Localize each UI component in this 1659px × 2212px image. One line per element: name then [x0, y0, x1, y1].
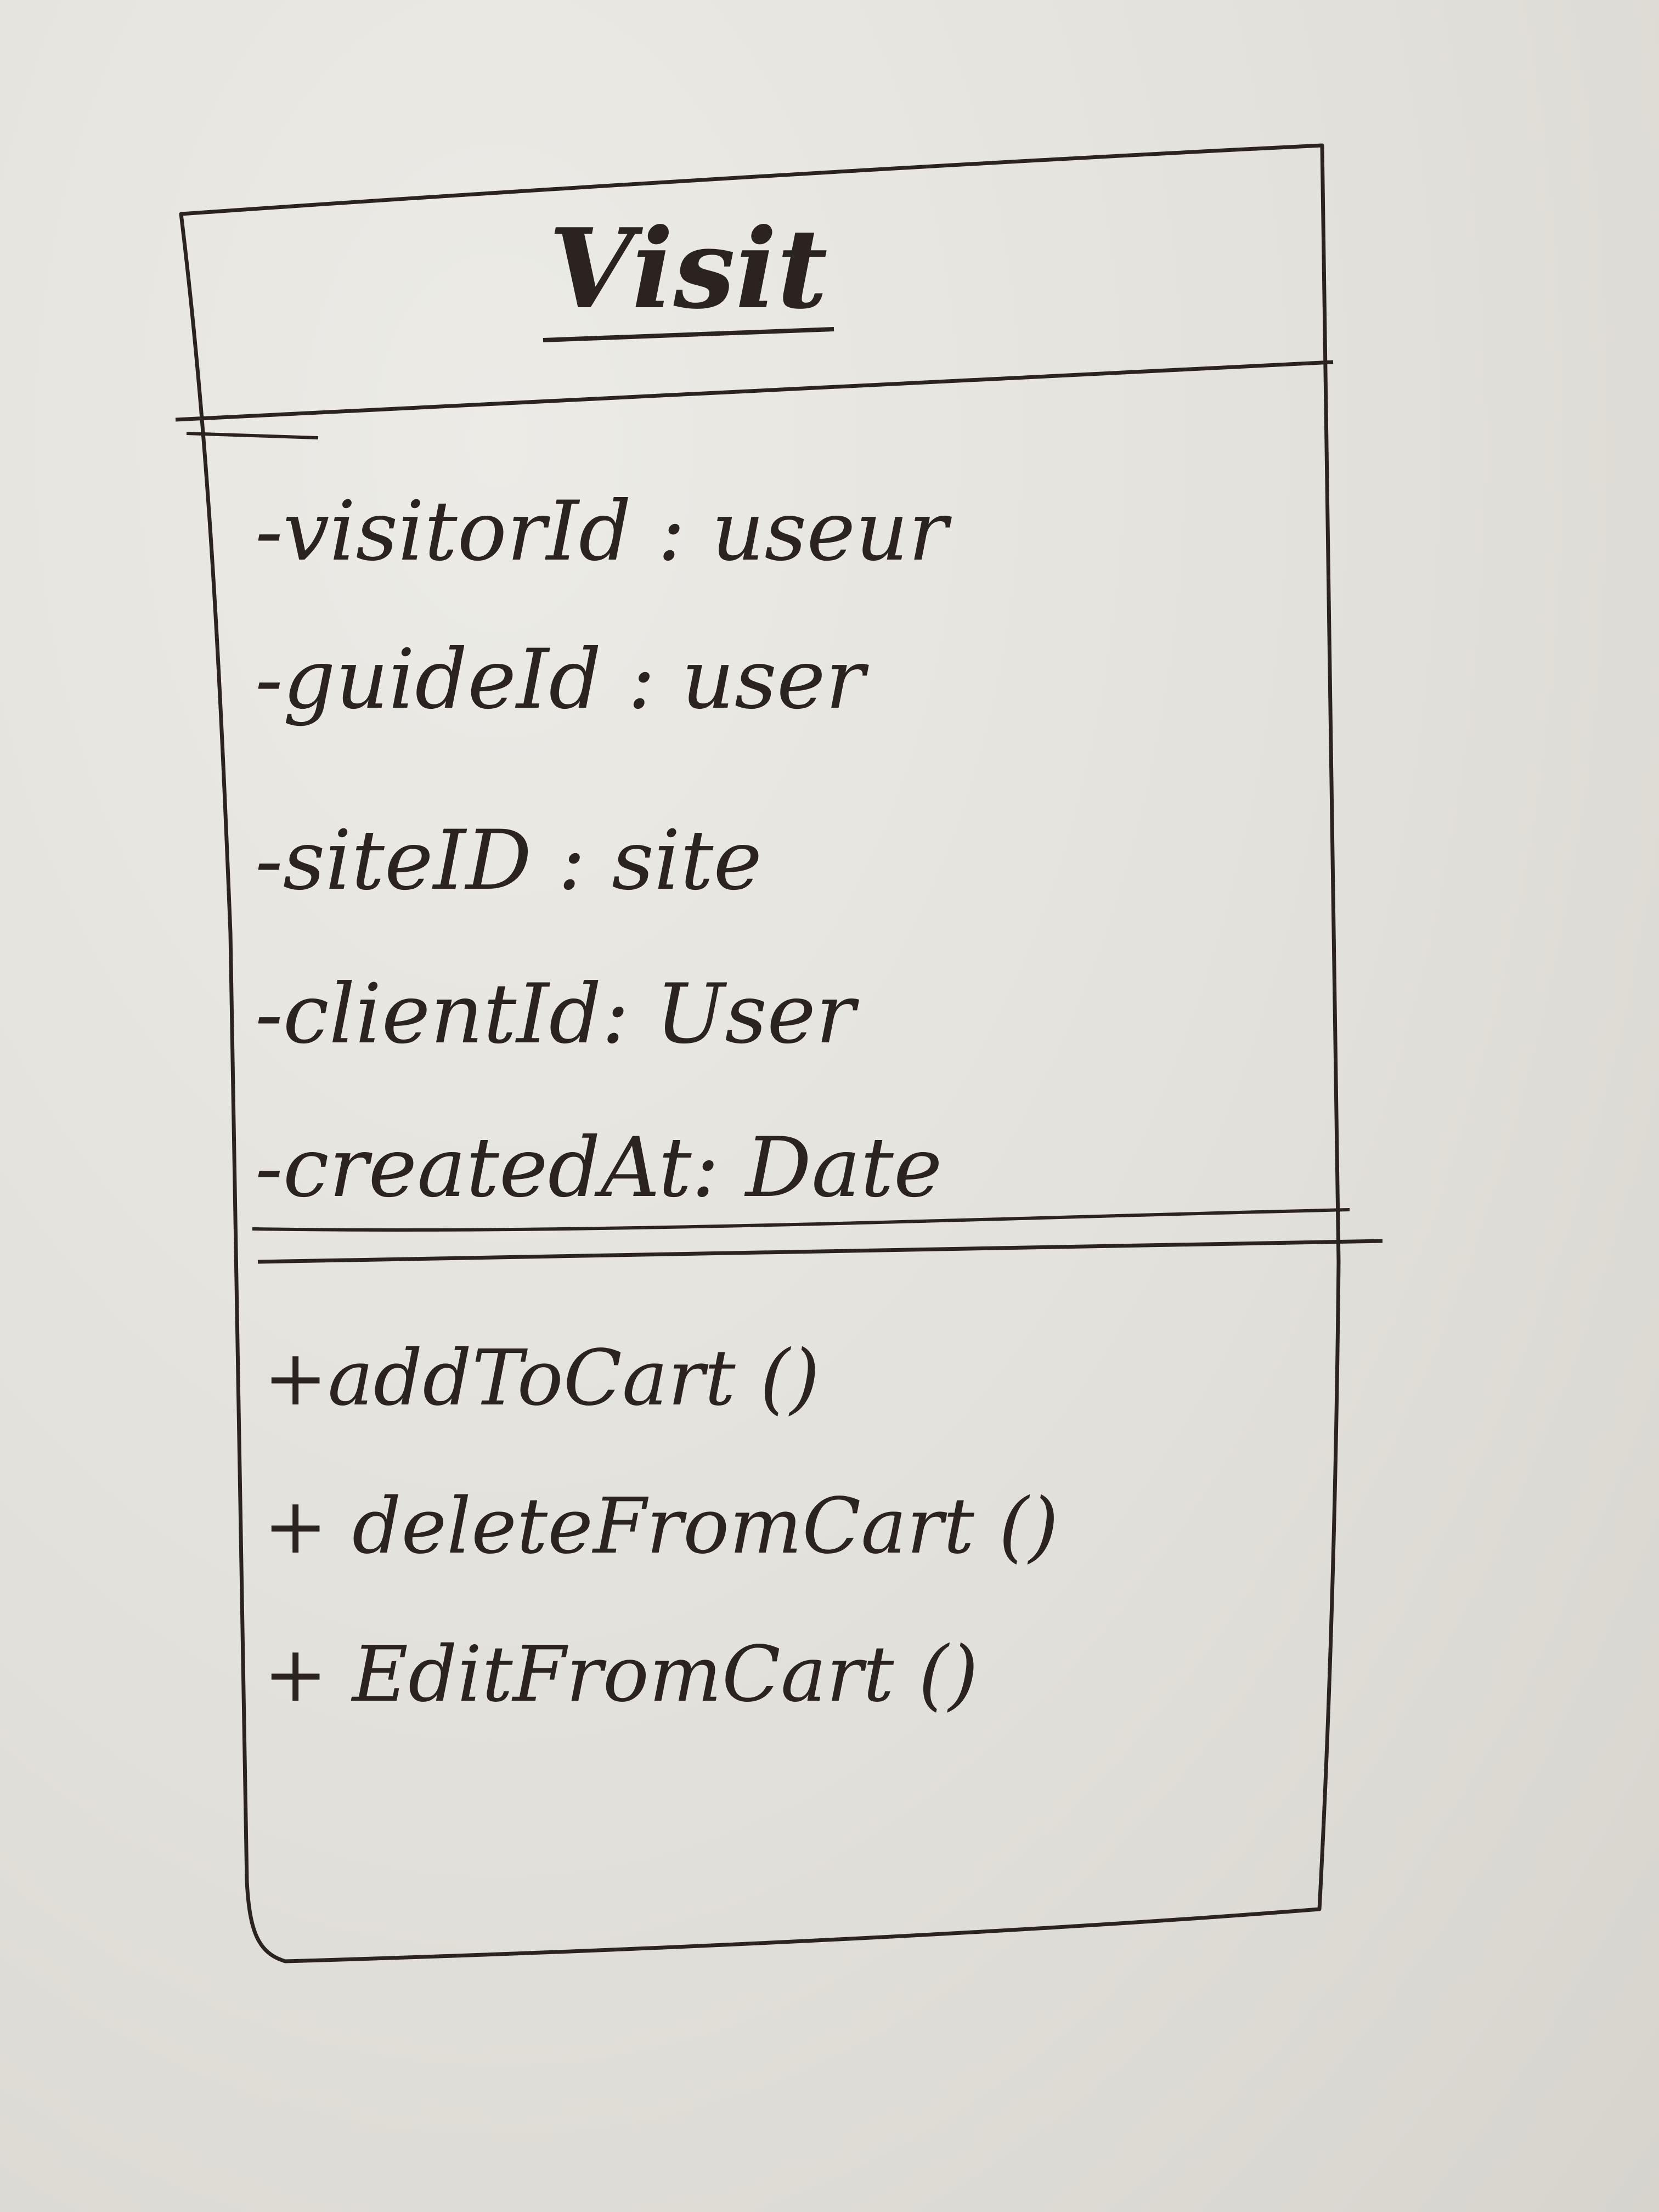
attribute-row: -siteID : site [255, 813, 762, 909]
name-separator-tick [186, 432, 319, 439]
class-name: Visit [549, 205, 828, 334]
attribute-row: -guideId : user [255, 632, 870, 727]
attribute-name: siteID [283, 813, 532, 909]
attribute-visibility: - [255, 813, 283, 909]
attributes-compartment: -visitorId : useur -guideId : user -site… [255, 484, 952, 1216]
attribute-type: user [681, 632, 869, 727]
method-params: () [918, 1630, 978, 1719]
attribute-type: User [656, 967, 860, 1062]
method-row: + deleteFromCart () [263, 1482, 1059, 1571]
method-visibility: + [263, 1630, 328, 1719]
attribute-visibility: - [255, 632, 283, 727]
attribute-row: -visitorId : useur [255, 484, 952, 579]
attribute-type: useur [712, 484, 952, 579]
attribute-name: visitorId [283, 484, 631, 579]
method-row: +addToCart () [263, 1334, 820, 1423]
attribute-row: -clientId: User [255, 967, 860, 1062]
methods-compartment: +addToCart () + deleteFromCart () + Edit… [263, 1334, 1059, 1719]
attribute-type: site [612, 813, 762, 909]
attribute-name: clientId [283, 967, 602, 1062]
attribute-type: Date [744, 1120, 943, 1216]
method-params: () [760, 1334, 820, 1423]
method-params: () [998, 1482, 1058, 1571]
method-row: + EditFromCart () [263, 1630, 978, 1719]
attribute-name: guideId [283, 632, 602, 727]
attribute-visibility: - [255, 1120, 283, 1216]
method-name: EditFromCart [351, 1630, 894, 1719]
attribute-visibility: - [255, 484, 283, 579]
attribute-row: -createdAt: Date [255, 1120, 943, 1216]
attribute-method-separator-bottom [257, 1239, 1383, 1264]
attribute-visibility: - [255, 967, 283, 1062]
name-separator [175, 360, 1334, 422]
uml-class-sketch: Visit -visitorId : useur -guideId : user… [175, 143, 1383, 1963]
method-name: deleteFromCart [352, 1482, 975, 1571]
method-name: addToCart [328, 1334, 736, 1423]
method-visibility: + [263, 1482, 328, 1571]
method-visibility: + [263, 1334, 328, 1423]
attribute-name: createdAt [283, 1120, 692, 1216]
